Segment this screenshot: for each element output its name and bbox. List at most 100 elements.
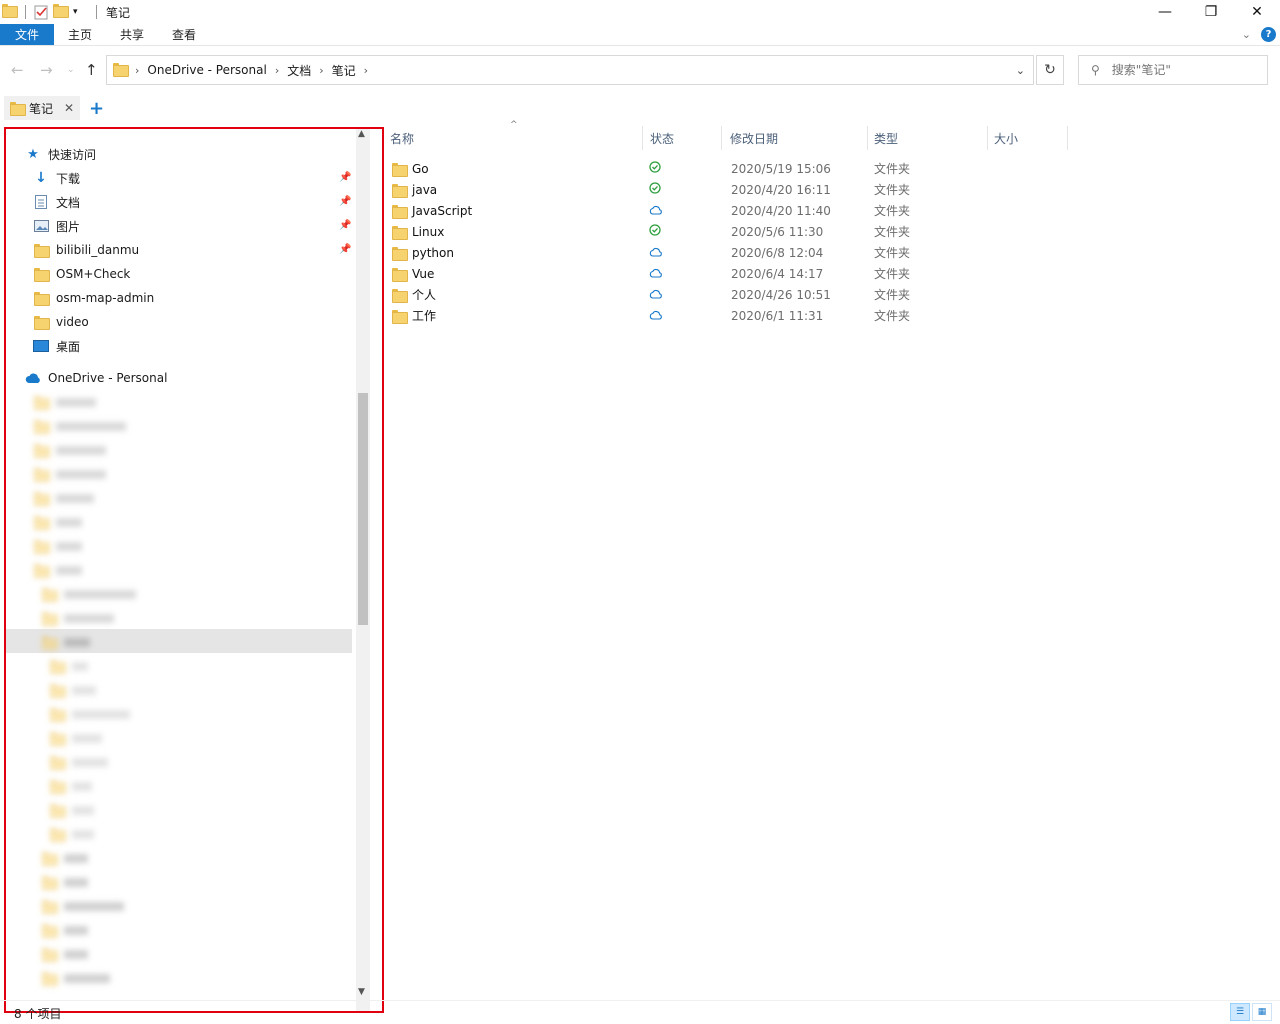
cloud-only-icon	[649, 309, 663, 323]
breadcrumb-documents[interactable]: 文档	[287, 62, 311, 79]
tab-file[interactable]: 文件	[0, 24, 55, 45]
column-size[interactable]: 大小	[990, 126, 1068, 150]
view-switcher: ☰ ▦	[1230, 1003, 1272, 1021]
address-history-icon[interactable]: ⌄	[1016, 64, 1025, 77]
breadcrumb-notes[interactable]: 笔记	[332, 62, 356, 79]
blurred-folder-row[interactable]	[42, 846, 382, 870]
large-icons-view-icon[interactable]: ▦	[1252, 1003, 1272, 1021]
file-row[interactable]: Linux 2020/5/6 11:30 文件夹	[386, 221, 1076, 242]
column-type[interactable]: 类型	[870, 126, 988, 150]
chevron-down-icon[interactable]: ▾	[73, 4, 89, 20]
nav-onedrive[interactable]: OneDrive - Personal	[24, 366, 370, 390]
blurred-folder-row[interactable]	[34, 462, 380, 486]
nav-quick-access[interactable]: ★ 快速访问	[24, 142, 370, 166]
nav-scrollbar[interactable]: ▲ ▼	[356, 129, 370, 1011]
refresh-button[interactable]: ↻	[1036, 55, 1064, 85]
tab-home[interactable]: 主页	[54, 24, 106, 45]
blurred-folder-row[interactable]	[42, 918, 382, 942]
blurred-folder-row[interactable]	[34, 486, 380, 510]
pin-icon[interactable]: 📌	[339, 244, 351, 255]
blurred-folder-row[interactable]	[34, 414, 380, 438]
nav-item-video[interactable]: video	[32, 310, 378, 334]
details-view-icon[interactable]: ☰	[1230, 1003, 1250, 1021]
file-row[interactable]: Go 2020/5/19 15:06 文件夹	[386, 158, 1076, 179]
breadcrumb-chevron-icon[interactable]: ›	[135, 64, 139, 77]
nav-item-downloads[interactable]: ↓ 下载	[32, 166, 378, 190]
blurred-folder-row[interactable]	[42, 894, 382, 918]
search-box[interactable]: ⚲	[1078, 55, 1268, 85]
blurred-folder-row[interactable]	[34, 534, 380, 558]
column-status[interactable]: 状态	[646, 126, 722, 150]
new-folder-icon[interactable]	[53, 4, 69, 20]
blurred-folder-row[interactable]	[42, 870, 382, 894]
column-name[interactable]: 名称	[386, 126, 643, 150]
blurred-folder-row[interactable]	[50, 774, 382, 798]
nav-item-osm-map-admin[interactable]: osm-map-admin	[32, 286, 378, 310]
file-row[interactable]: python 2020/6/8 12:04 文件夹	[386, 242, 1076, 263]
nav-label: bilibili_danmu	[56, 243, 140, 257]
nav-item-documents[interactable]: 文档	[32, 190, 378, 214]
nav-item-desktop[interactable]: 桌面	[32, 334, 378, 358]
file-row[interactable]: 工作 2020/6/1 11:31 文件夹	[386, 305, 1076, 326]
nav-label: 桌面	[56, 339, 81, 354]
tab-view[interactable]: 查看	[158, 24, 210, 45]
nav-item-bilibili-danmu[interactable]: bilibili_danmu	[32, 238, 378, 262]
blurred-folder-row[interactable]	[50, 822, 382, 846]
blurred-folder-row[interactable]	[50, 798, 382, 822]
blurred-folder-row[interactable]	[34, 510, 380, 534]
blurred-folder-row[interactable]	[50, 678, 382, 702]
file-row[interactable]: Vue 2020/6/4 14:17 文件夹	[386, 263, 1076, 284]
blurred-folder-row[interactable]	[50, 750, 382, 774]
blurred-folder-row[interactable]	[42, 966, 382, 990]
blurred-folder-row[interactable]	[34, 438, 380, 462]
back-arrow-icon[interactable]: ←	[11, 61, 24, 79]
scroll-down-icon[interactable]: ▼	[358, 987, 365, 997]
close-button[interactable]: ✕	[1234, 0, 1280, 24]
add-tab-button[interactable]: +	[89, 98, 104, 119]
blurred-folder-row[interactable]	[42, 942, 382, 966]
breadcrumb-chevron-icon[interactable]: ›	[275, 64, 279, 77]
properties-icon[interactable]	[33, 4, 49, 20]
maximize-button[interactable]: ❐	[1188, 0, 1234, 24]
breadcrumb-onedrive[interactable]: OneDrive - Personal	[147, 63, 266, 77]
minimize-button[interactable]: —	[1142, 0, 1188, 24]
scrollbar-thumb[interactable]	[358, 393, 368, 625]
address-bar[interactable]: › OneDrive - Personal › 文档 › 笔记 › ⌄	[106, 55, 1034, 85]
nav-item-osm-check[interactable]: OSM+Check	[32, 262, 378, 286]
synced-check-icon	[649, 224, 661, 239]
tab-share[interactable]: 共享	[106, 24, 158, 45]
blurred-folder-row[interactable]	[42, 630, 382, 654]
breadcrumb-chevron-icon[interactable]: ›	[364, 64, 368, 77]
file-row[interactable]: JavaScript 2020/4/20 11:40 文件夹	[386, 200, 1076, 221]
recent-locations-icon[interactable]: ⌄	[67, 65, 75, 75]
tab-label: 笔记	[29, 101, 54, 116]
pin-icon[interactable]: 📌	[339, 172, 351, 183]
close-tab-icon[interactable]: ✕	[64, 101, 74, 115]
expand-ribbon-icon[interactable]: ⌄	[1242, 28, 1251, 41]
file-row[interactable]: java 2020/4/20 16:11 文件夹	[386, 179, 1076, 200]
tab-notes[interactable]: 笔记 ✕	[4, 96, 80, 122]
search-icon: ⚲	[1091, 63, 1100, 77]
blurred-folder-row[interactable]	[34, 390, 380, 414]
blurred-folder-row[interactable]	[50, 702, 382, 726]
scroll-up-icon[interactable]: ▲	[358, 129, 365, 139]
toolbar-divider	[96, 5, 97, 19]
blurred-folder-row[interactable]	[50, 726, 382, 750]
blurred-folder-row[interactable]	[34, 558, 380, 582]
blurred-folder-row[interactable]	[50, 654, 382, 678]
blurred-folder-row[interactable]	[42, 582, 382, 606]
pin-icon[interactable]: 📌	[339, 220, 351, 231]
up-arrow-icon[interactable]: ↑	[85, 61, 98, 79]
pin-icon[interactable]: 📌	[339, 196, 351, 207]
breadcrumb-chevron-icon[interactable]: ›	[319, 64, 323, 77]
blurred-folder-row[interactable]	[42, 606, 382, 630]
file-type: 文件夹	[874, 183, 911, 197]
column-date[interactable]: 修改日期	[726, 126, 868, 150]
star-icon: ★	[27, 146, 39, 162]
nav-item-pictures[interactable]: 图片	[32, 214, 378, 238]
navigation-pane[interactable]: ★ 快速访问 ↓ 下载 📌 文档 📌 图片 📌 bilibili_danmu 📌…	[4, 127, 384, 1013]
file-row[interactable]: 个人 2020/4/26 10:51 文件夹	[386, 284, 1076, 305]
forward-arrow-icon[interactable]: →	[40, 61, 53, 79]
search-input[interactable]	[1111, 63, 1252, 77]
help-icon[interactable]: ?	[1261, 27, 1276, 42]
